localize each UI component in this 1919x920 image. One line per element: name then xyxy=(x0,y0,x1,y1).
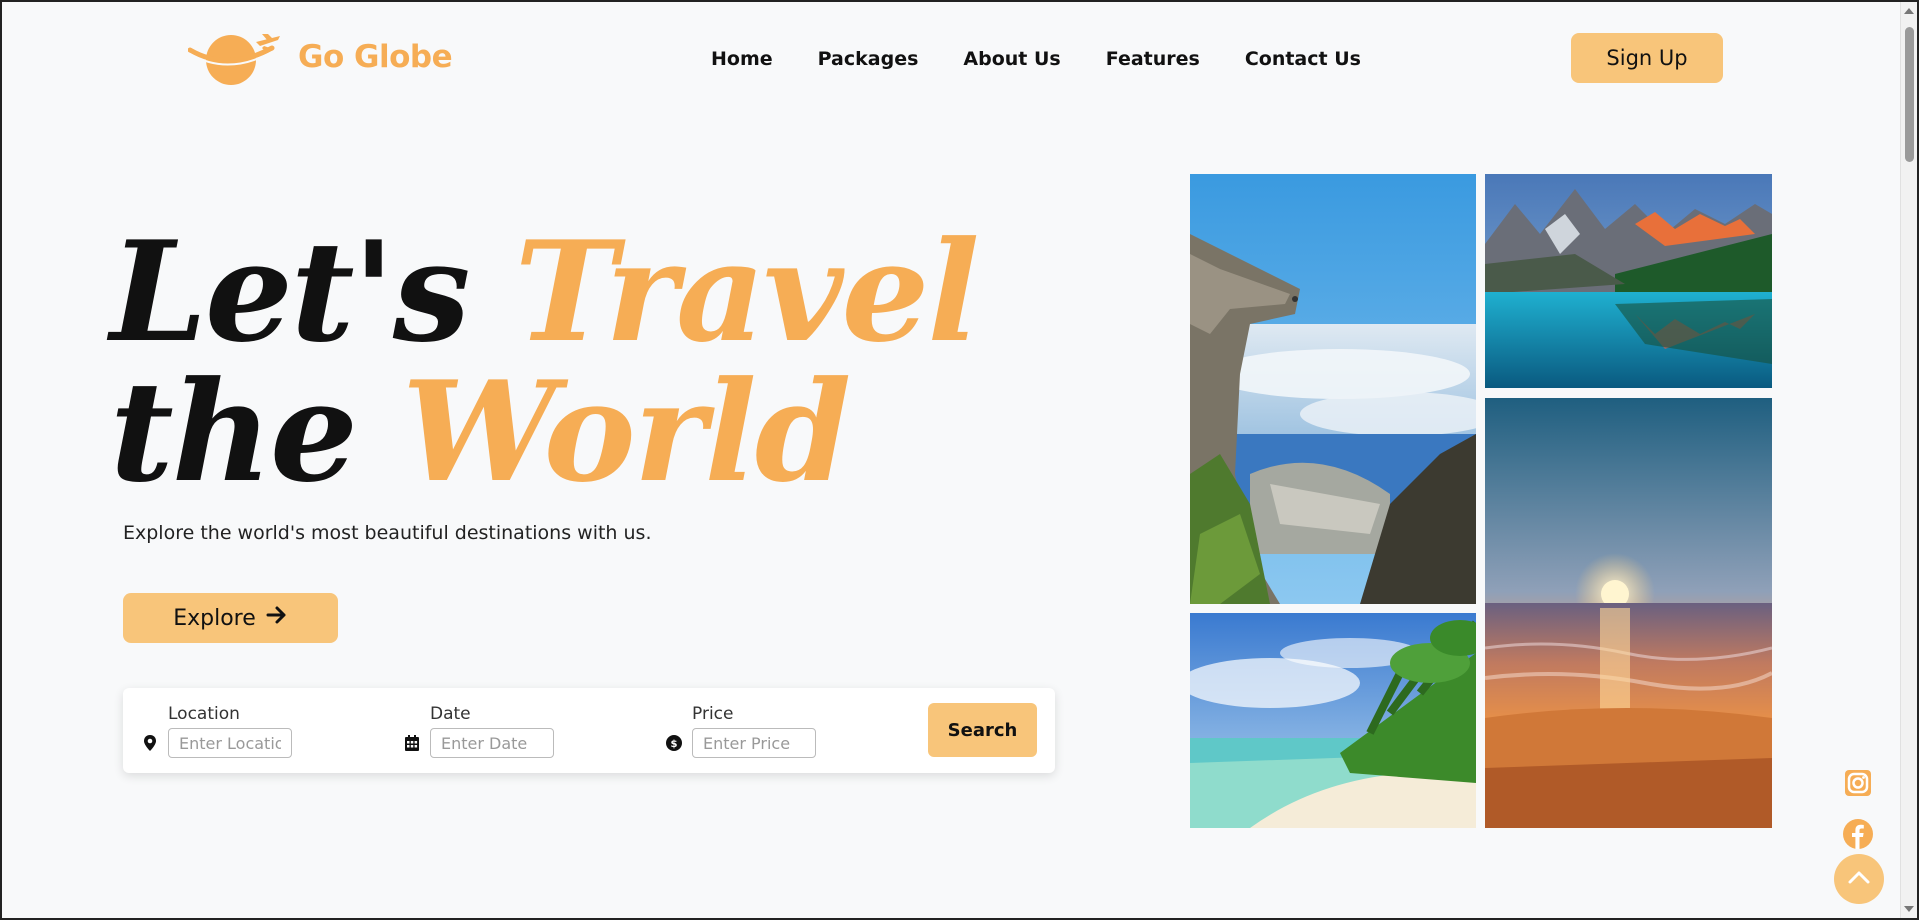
search-button[interactable]: Search xyxy=(928,703,1037,757)
nav-contact-us[interactable]: Contact Us xyxy=(1245,48,1361,70)
location-field-group: Location xyxy=(144,704,292,758)
brand-logo[interactable]: Go Globe xyxy=(188,28,453,86)
price-field-group: $ Price xyxy=(666,704,816,758)
nav-about-us[interactable]: About Us xyxy=(963,48,1060,70)
location-input[interactable] xyxy=(168,728,292,758)
scroll-to-top-button[interactable] xyxy=(1834,854,1884,904)
gallery-photo-mountain-lake xyxy=(1485,174,1772,388)
instagram-icon[interactable] xyxy=(1844,769,1872,802)
gallery-photo-tropical-beach xyxy=(1190,613,1476,828)
date-input[interactable] xyxy=(430,728,554,758)
map-pin-icon xyxy=(141,734,159,752)
arrow-right-icon xyxy=(266,605,288,631)
globe-plane-icon xyxy=(188,28,282,86)
hero-title-word-world: World xyxy=(401,350,851,513)
nav-home[interactable]: Home xyxy=(711,48,773,70)
scroll-up-arrow[interactable] xyxy=(1904,8,1914,14)
hero-title-word-travel: Travel xyxy=(514,210,980,373)
gallery-photo-ocean-sunset xyxy=(1485,398,1772,828)
hero-title: Let's Travel the World xyxy=(110,222,980,502)
facebook-icon[interactable] xyxy=(1843,819,1873,854)
nav-links: Home Packages About Us Features Contact … xyxy=(711,48,1406,70)
hero-title-word-lets: Let's xyxy=(110,210,471,373)
nav-features[interactable]: Features xyxy=(1106,48,1200,70)
scrollbar-thumb[interactable] xyxy=(1905,27,1914,162)
dollar-circle-icon: $ xyxy=(665,734,683,752)
svg-text:$: $ xyxy=(671,739,678,750)
price-input[interactable] xyxy=(692,728,816,758)
date-field-group: Date xyxy=(405,704,554,758)
explore-button[interactable]: Explore xyxy=(123,593,338,643)
chevron-up-icon xyxy=(1847,869,1871,890)
date-label: Date xyxy=(430,704,471,724)
hero-subtitle: Explore the world's most beautiful desti… xyxy=(123,522,652,544)
nav-packages[interactable]: Packages xyxy=(818,48,919,70)
price-label: Price xyxy=(692,704,734,724)
sign-up-button[interactable]: Sign Up xyxy=(1571,33,1723,83)
hero-title-line-2: the World xyxy=(110,362,978,502)
brand-name: Go Globe xyxy=(298,39,453,75)
hero-title-word-the: the xyxy=(110,350,358,513)
calendar-icon xyxy=(403,734,421,752)
hero-title-line-1: Let's Travel xyxy=(110,222,980,362)
navbar: Go Globe Home Packages About Us Features… xyxy=(2,2,1902,112)
location-label: Location xyxy=(168,704,240,724)
explore-label: Explore xyxy=(173,605,256,631)
search-bar: Location Date $ Price Search xyxy=(123,688,1055,773)
page-scrollbar[interactable] xyxy=(1900,2,1917,918)
scroll-down-arrow[interactable] xyxy=(1904,906,1914,912)
gallery-photo-cliff xyxy=(1190,174,1476,604)
